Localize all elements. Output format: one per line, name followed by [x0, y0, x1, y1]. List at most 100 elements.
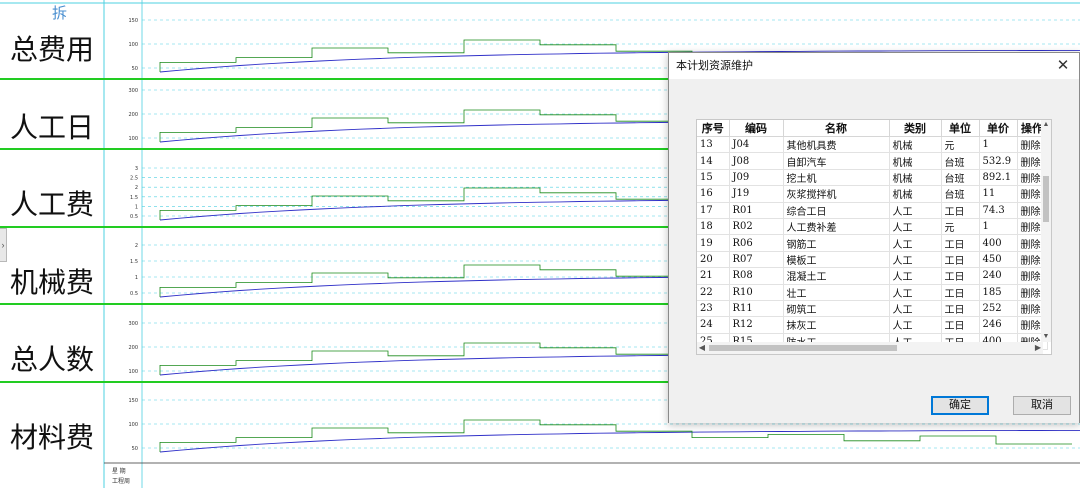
cell-name: 人工费补差: [783, 218, 890, 236]
vertical-scroll-thumb[interactable]: [1043, 176, 1049, 222]
column-header-unit[interactable]: 单位: [941, 120, 980, 137]
cell-price: 74.3: [979, 202, 1018, 219]
cell-index: 15: [697, 169, 730, 187]
footer-project-week-label: 工程周: [112, 479, 131, 485]
footer-week-label: 星 期: [112, 469, 126, 475]
row-label-labor-cost: 人工费: [9, 188, 94, 221]
cell-price: 252: [979, 300, 1018, 318]
dialog-body: 序号 编码 名称 类别 单位 单价 操作 13 J04 其他机具费 机械元 1 删除 14 J…: [669, 79, 1079, 423]
cell-index: 24: [697, 316, 730, 334]
cell-price: 892.1: [979, 169, 1018, 187]
cell-category: 机械: [889, 152, 942, 170]
cell-price: 1: [979, 218, 1018, 236]
tick-label: 0.5: [130, 214, 138, 220]
cell-category: 机械: [889, 185, 942, 203]
scroll-right-icon[interactable]: ▶: [1033, 342, 1043, 354]
confirm-button[interactable]: 确定: [931, 396, 989, 415]
cell-code: R07: [729, 251, 784, 269]
tick-label: 50: [132, 446, 138, 452]
row-label-headcount: 总人数: [9, 343, 94, 376]
column-header-index[interactable]: 序号: [697, 120, 730, 137]
column-header-name[interactable]: 名称: [783, 120, 890, 137]
cell-price: 240: [979, 267, 1018, 285]
cell-category: 人工: [889, 202, 942, 219]
cell-name: 自卸汽车: [783, 152, 890, 170]
close-icon[interactable]: ✕: [1053, 56, 1073, 76]
resource-step-line: [159, 419, 1072, 452]
cell-category: 人工: [889, 218, 942, 236]
cell-index: 19: [697, 234, 730, 252]
top-clipped-label: 拆: [52, 4, 68, 22]
table-row[interactable]: 24 R12 抹灰工 人工 工日 246 删除: [697, 316, 1048, 334]
tick-label: 50: [132, 66, 138, 72]
collapse-handle[interactable]: ›: [0, 228, 7, 262]
cell-price: 532.9: [979, 152, 1018, 170]
tick-label: 0.5: [130, 291, 138, 297]
scroll-up-icon[interactable]: ▲: [1041, 120, 1051, 130]
cell-code: R02: [729, 218, 784, 236]
column-header-category[interactable]: 类别: [889, 120, 942, 137]
cell-price: 450: [979, 251, 1018, 269]
resource-grid: 序号 编码 名称 类别 单位 单价 操作 13 J04 其他机具费 机械元 1 删除 14 J…: [696, 119, 1052, 355]
cell-unit: 台班: [941, 152, 980, 170]
cell-unit: 工日: [941, 316, 980, 334]
tick-label: 300: [128, 321, 138, 327]
cell-price: 11: [979, 185, 1018, 203]
table-row[interactable]: 13 J04 其他机具费 机械元 1 删除: [697, 136, 1048, 154]
tick-label: 200: [128, 112, 138, 118]
cell-name: 抹灰工: [783, 316, 890, 334]
cell-code: R01: [729, 202, 784, 219]
cell-unit: 工日: [941, 251, 980, 269]
tick-label: 150: [128, 18, 138, 24]
cell-price: 1: [979, 136, 1018, 154]
cancel-button[interactable]: 取消: [1013, 396, 1071, 415]
table-row[interactable]: 19 R06 钢筋工 人工 工日 400 删除: [697, 234, 1048, 252]
tick-label: 100: [128, 136, 138, 142]
tick-label: 100: [128, 369, 138, 375]
tick-label: 1: [135, 204, 138, 210]
cell-code: R10: [729, 284, 784, 301]
table-row[interactable]: 17 R01 综合工日 人工 工日 74.3 删除: [697, 202, 1048, 219]
cell-code: R12: [729, 316, 784, 334]
cell-code: J19: [729, 185, 784, 203]
tick-label: 3: [135, 166, 138, 172]
cell-code: R08: [729, 267, 784, 285]
cell-index: 20: [697, 251, 730, 269]
table-header-row: 序号 编码 名称 类别 单位 单价 操作: [697, 120, 1048, 137]
cell-name: 综合工日: [783, 202, 890, 219]
column-header-price[interactable]: 单价: [979, 120, 1018, 137]
cell-category: 人工: [889, 316, 942, 334]
cell-category: 机械: [889, 169, 942, 187]
cell-price: 400: [979, 234, 1018, 252]
scroll-down-icon[interactable]: ▼: [1041, 332, 1051, 342]
table-row[interactable]: 14 J08 自卸汽车 机械 台班 532.9 删除: [697, 152, 1048, 170]
horizontal-scroll-thumb[interactable]: [709, 345, 897, 351]
table-row[interactable]: 21 R08 混凝土工 人工 工日 240 删除: [697, 267, 1048, 285]
column-header-code[interactable]: 编码: [729, 120, 784, 137]
tick-label: 100: [128, 42, 138, 48]
cell-index: 13: [697, 136, 730, 154]
row-label-machine-cost: 机械费: [9, 266, 94, 299]
cell-unit: 工日: [941, 284, 980, 301]
vertical-scrollbar[interactable]: ▲ ▼: [1041, 120, 1051, 342]
cell-index: 21: [697, 267, 730, 285]
cell-unit: 台班: [941, 185, 980, 203]
table-row[interactable]: 18 R02 人工费补差 人工元 1 删除: [697, 218, 1048, 236]
row-label-total-cost: 总费用: [9, 33, 94, 66]
cell-index: 17: [697, 202, 730, 219]
cell-category: 人工: [889, 251, 942, 269]
table-row[interactable]: 22 R10 壮工 人工 工日 185 删除: [697, 284, 1048, 301]
scroll-left-icon[interactable]: ◀: [697, 342, 707, 354]
table-row[interactable]: 23 R11 砌筑工 人工 工日 252 删除: [697, 300, 1048, 318]
tick-label: 2: [135, 243, 138, 249]
resource-maintenance-dialog: 本计划资源维护 ✕ 序号 编码 名称 类别 单位 单价 操作 13 J04 其他…: [668, 52, 1080, 423]
table-row[interactable]: 20 R07 模板工 人工 工日 450 删除: [697, 251, 1048, 269]
cell-unit: 工日: [941, 267, 980, 285]
cell-category: 人工: [889, 284, 942, 301]
row-label-labor-days: 人工日: [9, 111, 94, 144]
cell-unit: 工日: [941, 234, 980, 252]
horizontal-scrollbar[interactable]: ◀ ▶: [697, 342, 1043, 354]
cell-name: 钢筋工: [783, 234, 890, 252]
table-row[interactable]: 16 J19 灰浆搅拌机 机械 台班 11 删除: [697, 185, 1048, 203]
table-row[interactable]: 15 J09 挖土机 机械 台班 892.1 删除: [697, 169, 1048, 187]
